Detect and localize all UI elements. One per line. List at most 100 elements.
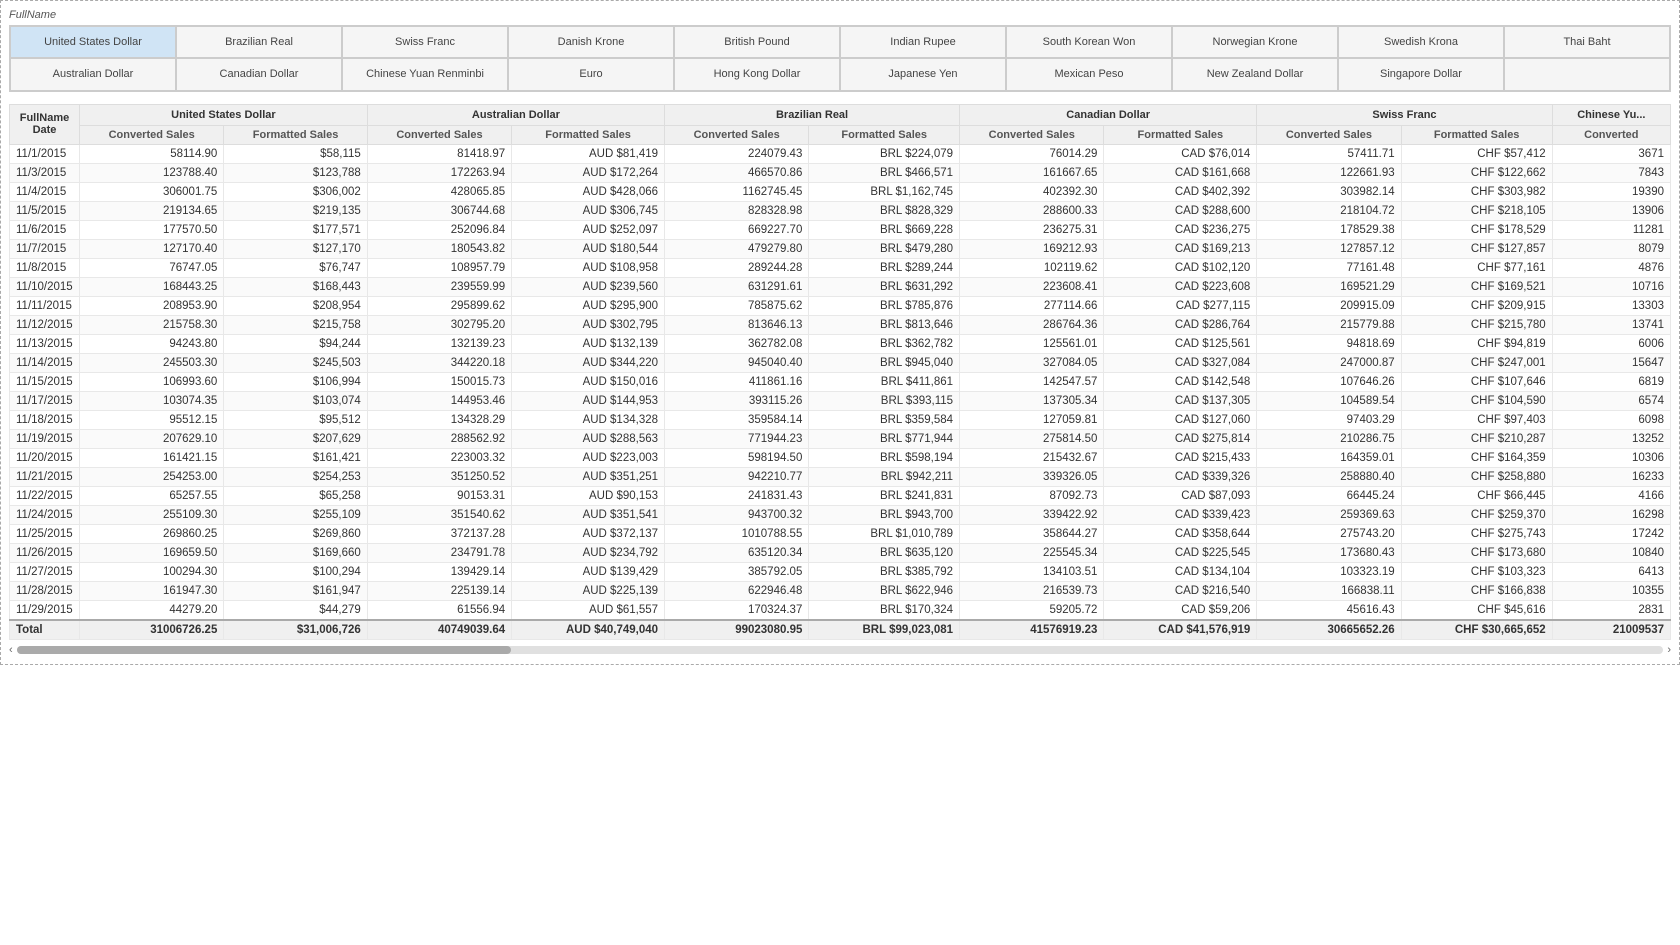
cell-chf-conv: 45616.43 bbox=[1257, 600, 1401, 620]
cell-brl-conv: 943700.32 bbox=[665, 505, 809, 524]
currency-cell-nzd[interactable]: New Zealand Dollar bbox=[1172, 58, 1338, 90]
cell-cad-conv: 142547.57 bbox=[960, 372, 1104, 391]
cell-cad-fmt: CAD $339,326 bbox=[1104, 467, 1257, 486]
cell-date: 11/11/2015 bbox=[10, 296, 80, 315]
table-row: 11/21/2015 254253.00 $254,253 351250.52 … bbox=[10, 467, 1671, 486]
cell-cad-fmt: CAD $225,545 bbox=[1104, 543, 1257, 562]
cell-cad-fmt: CAD $215,433 bbox=[1104, 448, 1257, 467]
cell-brl-conv: 631291.61 bbox=[665, 277, 809, 296]
currency-cell-eur[interactable]: Euro bbox=[508, 58, 674, 90]
cell-chf-fmt: CHF $45,616 bbox=[1401, 600, 1552, 620]
cell-brl-fmt: BRL $241,831 bbox=[809, 486, 960, 505]
cell-aud-fmt: AUD $351,541 bbox=[512, 505, 665, 524]
cell-brl-fmt: BRL $622,946 bbox=[809, 581, 960, 600]
cell-cad-conv: 87092.73 bbox=[960, 486, 1104, 505]
currency-cell-cad[interactable]: Canadian Dollar bbox=[176, 58, 342, 90]
cell-aud-conv: 295899.62 bbox=[367, 296, 511, 315]
cell-date: 11/25/2015 bbox=[10, 524, 80, 543]
currency-cell-gbp[interactable]: British Pound bbox=[674, 26, 840, 58]
data-table: FullNameDate United States Dollar Austra… bbox=[9, 104, 1671, 640]
cell-usd-conv: 103074.35 bbox=[80, 391, 224, 410]
th-aud-conv: Converted Sales bbox=[367, 125, 511, 144]
cell-usd-conv: 123788.40 bbox=[80, 163, 224, 182]
currency-cell-hkd[interactable]: Hong Kong Dollar bbox=[674, 58, 840, 90]
currency-cell-krw[interactable]: South Korean Won bbox=[1006, 26, 1172, 58]
table-row: 11/6/2015 177570.50 $177,571 252096.84 A… bbox=[10, 220, 1671, 239]
cell-cny-conv: 17242 bbox=[1552, 524, 1670, 543]
scroll-bar[interactable] bbox=[17, 646, 1664, 654]
cell-usd-fmt: $306,002 bbox=[224, 182, 367, 201]
th-brl-conv: Converted Sales bbox=[665, 125, 809, 144]
cell-usd-fmt: $65,258 bbox=[224, 486, 367, 505]
cell-cny-conv: 2831 bbox=[1552, 600, 1670, 620]
total-row: Total 31006726.25 $31,006,726 40749039.6… bbox=[10, 620, 1671, 640]
cell-brl-fmt: BRL $1,162,745 bbox=[809, 182, 960, 201]
cell-cny-conv: 10355 bbox=[1552, 581, 1670, 600]
currency-cell-inr[interactable]: Indian Rupee bbox=[840, 26, 1006, 58]
cell-usd-conv: 208953.90 bbox=[80, 296, 224, 315]
cell-total-chf-fmt: CHF $30,665,652 bbox=[1401, 620, 1552, 640]
cell-aud-fmt: AUD $61,557 bbox=[512, 600, 665, 620]
cell-date: 11/7/2015 bbox=[10, 239, 80, 258]
cell-chf-conv: 303982.14 bbox=[1257, 182, 1401, 201]
cell-aud-fmt: AUD $139,429 bbox=[512, 562, 665, 581]
scroll-right-icon[interactable]: › bbox=[1667, 644, 1671, 656]
cell-aud-conv: 172263.94 bbox=[367, 163, 511, 182]
cell-chf-conv: 66445.24 bbox=[1257, 486, 1401, 505]
currency-cell-sek[interactable]: Swedish Krona bbox=[1338, 26, 1504, 58]
cell-aud-conv: 223003.32 bbox=[367, 448, 511, 467]
cell-cny-conv: 6098 bbox=[1552, 410, 1670, 429]
cell-usd-fmt: $161,421 bbox=[224, 448, 367, 467]
cell-usd-conv: 58114.90 bbox=[80, 144, 224, 163]
table-row: 11/26/2015 169659.50 $169,660 234791.78 … bbox=[10, 543, 1671, 562]
table-row: 11/13/2015 94243.80 $94,244 132139.23 AU… bbox=[10, 334, 1671, 353]
cell-cad-conv: 216539.73 bbox=[960, 581, 1104, 600]
currency-cell-thb[interactable]: Thai Baht bbox=[1504, 26, 1670, 58]
cell-chf-fmt: CHF $275,743 bbox=[1401, 524, 1552, 543]
currency-cell-chf[interactable]: Swiss Franc bbox=[342, 26, 508, 58]
th-chf-conv: Converted Sales bbox=[1257, 125, 1401, 144]
table-row: 11/22/2015 65257.55 $65,258 90153.31 AUD… bbox=[10, 486, 1671, 505]
cell-cad-conv: 161667.65 bbox=[960, 163, 1104, 182]
table-row: 11/1/2015 58114.90 $58,115 81418.97 AUD … bbox=[10, 144, 1671, 163]
cell-brl-conv: 224079.43 bbox=[665, 144, 809, 163]
cell-cad-conv: 127059.81 bbox=[960, 410, 1104, 429]
cell-cad-conv: 327084.05 bbox=[960, 353, 1104, 372]
cell-total-brl-conv: 99023080.95 bbox=[665, 620, 809, 640]
data-table-wrapper[interactable]: FullNameDate United States Dollar Austra… bbox=[9, 104, 1671, 640]
cell-date: 11/5/2015 bbox=[10, 201, 80, 220]
cell-chf-conv: 97403.29 bbox=[1257, 410, 1401, 429]
cell-usd-fmt: $254,253 bbox=[224, 467, 367, 486]
currency-cell-cny[interactable]: Chinese Yuan Renminbi bbox=[342, 58, 508, 90]
cell-brl-conv: 942210.77 bbox=[665, 467, 809, 486]
th-cny: Chinese Yu... bbox=[1552, 104, 1670, 125]
currency-cell-sgd[interactable]: Singapore Dollar bbox=[1338, 58, 1504, 90]
currency-cell-dkk[interactable]: Danish Krone bbox=[508, 26, 674, 58]
cell-cad-fmt: CAD $402,392 bbox=[1104, 182, 1257, 201]
cell-brl-fmt: BRL $385,792 bbox=[809, 562, 960, 581]
cell-usd-conv: 100294.30 bbox=[80, 562, 224, 581]
cell-aud-fmt: AUD $351,251 bbox=[512, 467, 665, 486]
currency-cell-usd[interactable]: United States Dollar bbox=[10, 26, 176, 58]
currency-cell-jpy[interactable]: Japanese Yen bbox=[840, 58, 1006, 90]
currency-cell-aud[interactable]: Australian Dollar bbox=[10, 58, 176, 90]
table-row: 11/29/2015 44279.20 $44,279 61556.94 AUD… bbox=[10, 600, 1671, 620]
currency-cell-nok[interactable]: Norwegian Krone bbox=[1172, 26, 1338, 58]
cell-chf-conv: 259369.63 bbox=[1257, 505, 1401, 524]
cell-brl-conv: 362782.08 bbox=[665, 334, 809, 353]
currency-cell-brl[interactable]: Brazilian Real bbox=[176, 26, 342, 58]
cell-cad-conv: 215432.67 bbox=[960, 448, 1104, 467]
cell-cad-conv: 125561.01 bbox=[960, 334, 1104, 353]
cell-chf-conv: 275743.20 bbox=[1257, 524, 1401, 543]
cell-cny-conv: 4166 bbox=[1552, 486, 1670, 505]
cell-cny-conv: 13252 bbox=[1552, 429, 1670, 448]
cell-usd-conv: 169659.50 bbox=[80, 543, 224, 562]
cell-total-cad-fmt: CAD $41,576,919 bbox=[1104, 620, 1257, 640]
cell-brl-conv: 945040.40 bbox=[665, 353, 809, 372]
cell-aud-conv: 306744.68 bbox=[367, 201, 511, 220]
cell-cad-fmt: CAD $161,668 bbox=[1104, 163, 1257, 182]
scroll-left-icon[interactable]: ‹ bbox=[9, 644, 13, 656]
currency-cell-mxn[interactable]: Mexican Peso bbox=[1006, 58, 1172, 90]
cell-chf-conv: 247000.87 bbox=[1257, 353, 1401, 372]
table-row: 11/18/2015 95512.15 $95,512 134328.29 AU… bbox=[10, 410, 1671, 429]
